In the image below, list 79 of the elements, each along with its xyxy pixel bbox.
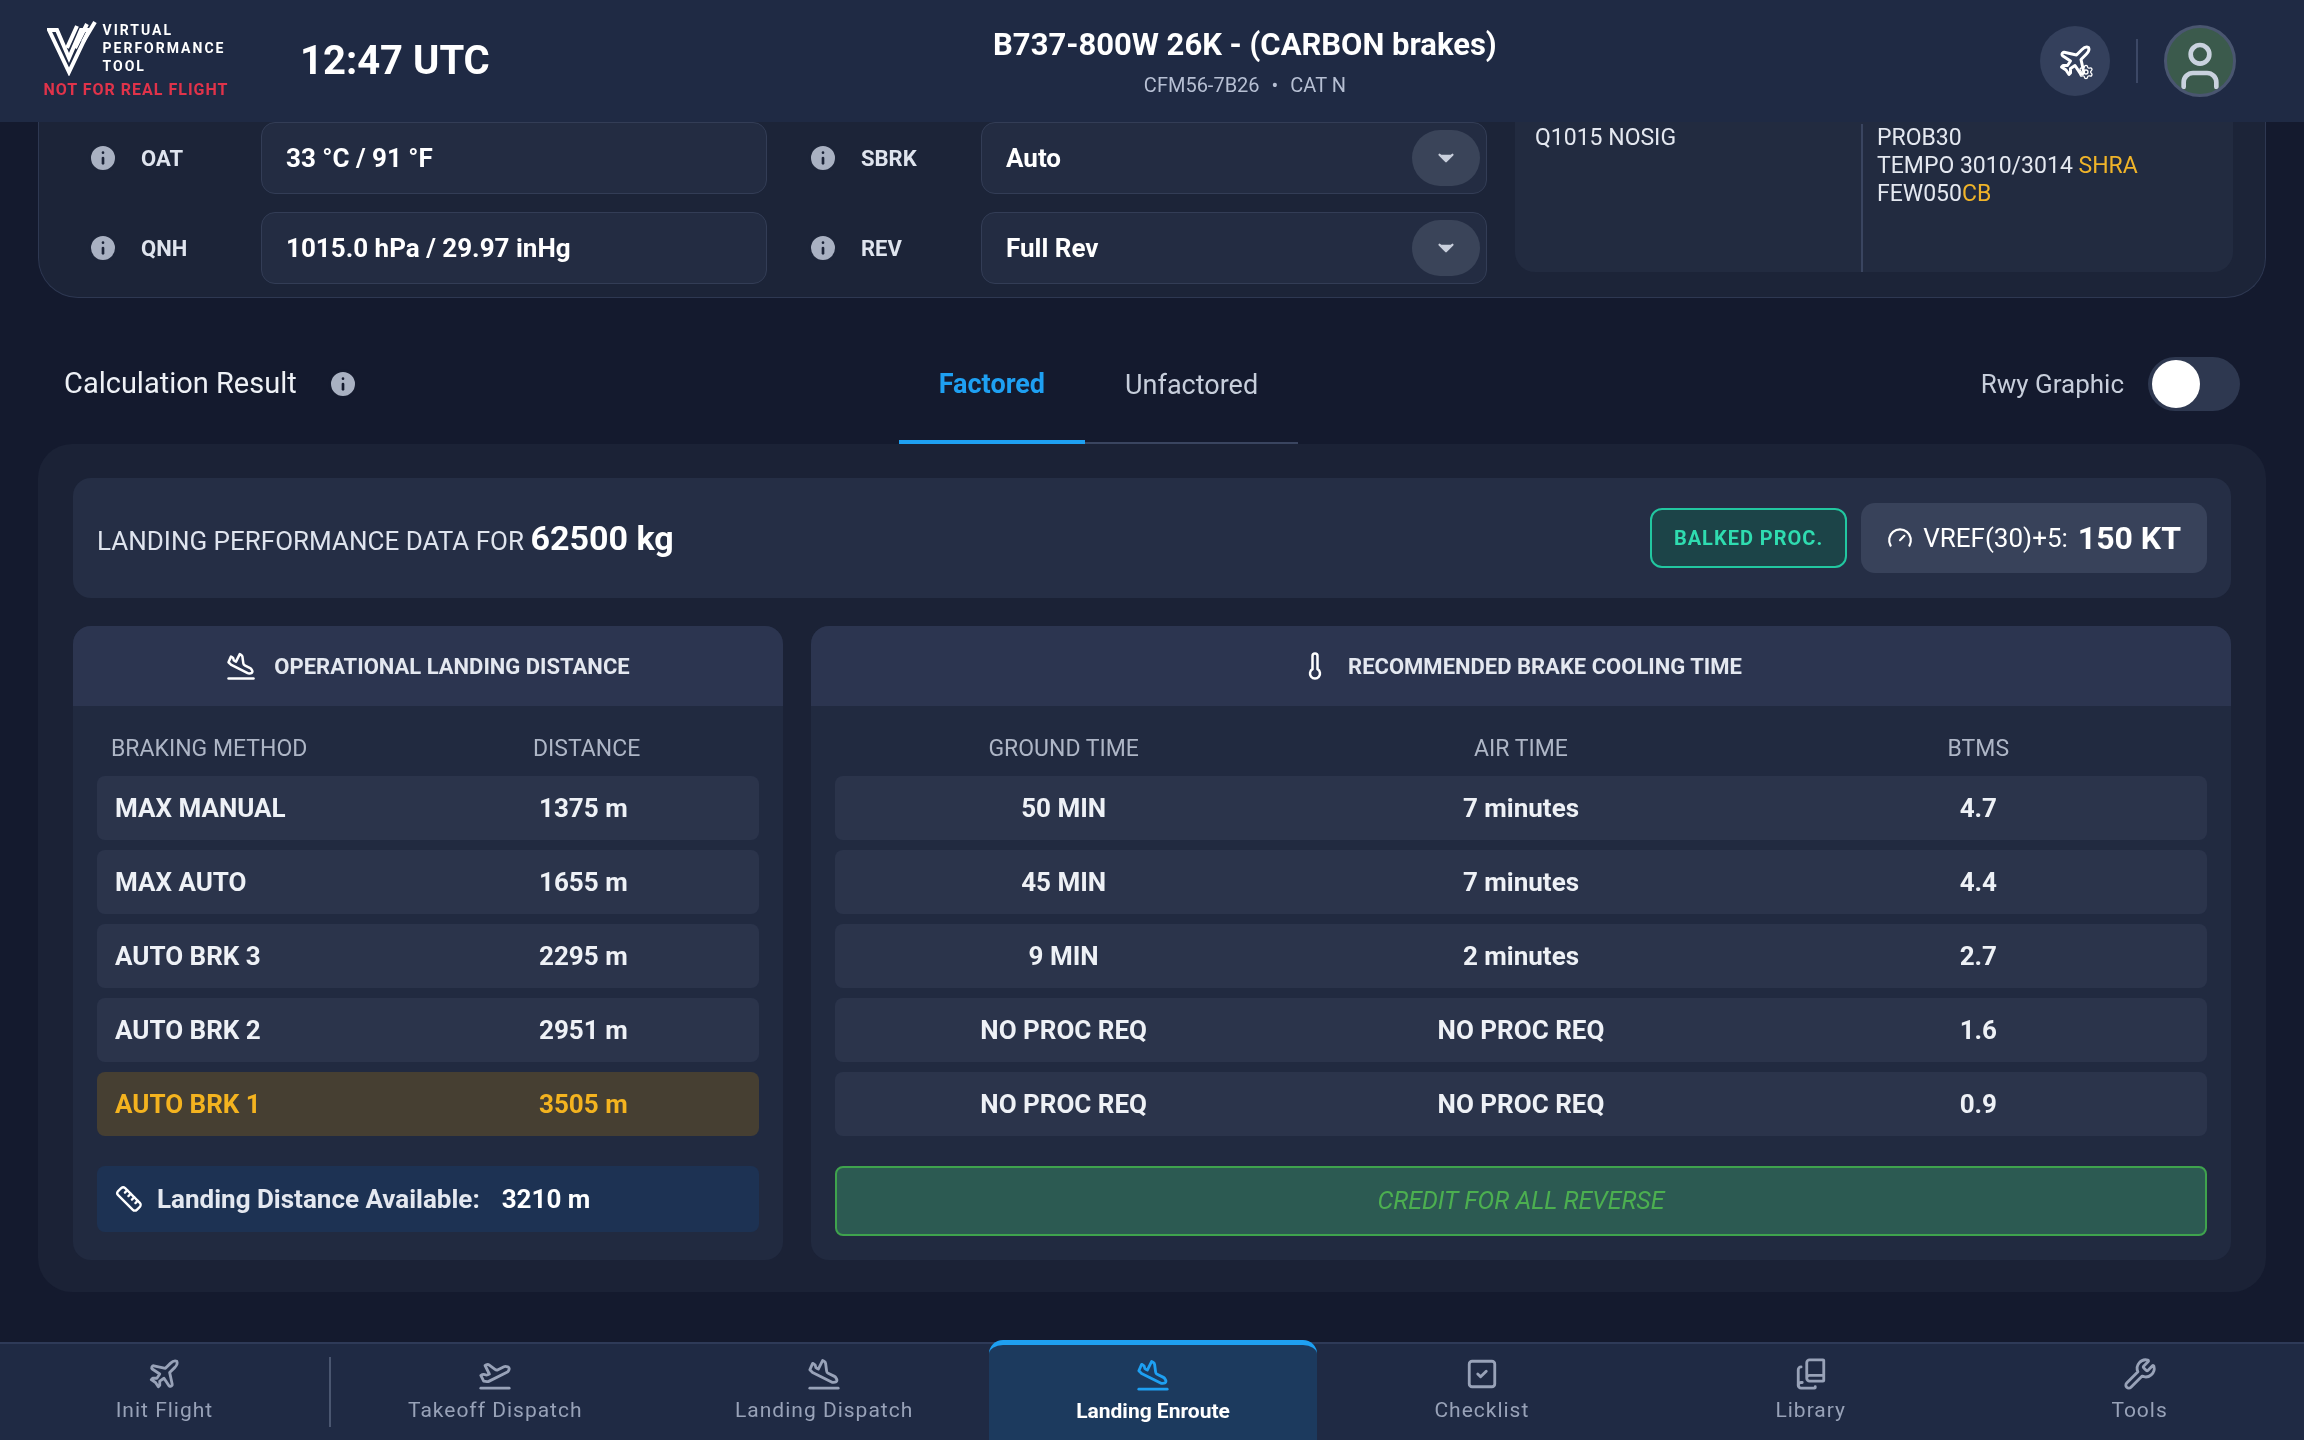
- column-header: BRAKING METHOD: [110, 733, 309, 764]
- nav-tab[interactable]: Init Flight: [0, 1344, 329, 1440]
- nav-tab[interactable]: Tools: [1975, 1344, 2304, 1440]
- table-cell-text: 50 MIN: [1020, 791, 1108, 825]
- available-label: Landing Distance Available:: [157, 1182, 480, 1216]
- column-header: BTMS: [1946, 733, 2011, 764]
- table-cell-text: 7 minutes: [1461, 791, 1581, 825]
- ruler-icon: [115, 1185, 143, 1213]
- category-text: CAT N: [1290, 72, 1346, 100]
- separator-dot: •: [1271, 72, 1279, 100]
- field-label: OAT: [141, 144, 185, 173]
- table-cell-text: 0.9: [1958, 1087, 1998, 1121]
- landing-icon: [226, 651, 257, 681]
- table-cell-text: 3505 m: [539, 1087, 628, 1121]
- utc-time: 12:47 UTC: [300, 36, 490, 86]
- wrench-icon: [2122, 1357, 2157, 1392]
- dropdown-field[interactable]: Auto: [981, 122, 1487, 194]
- weather-report-line: Q1015 NOSIG: [1535, 124, 1678, 152]
- input-field[interactable]: 33 °C / 91 °F: [261, 122, 767, 194]
- table-cell-text: 1655 m: [539, 865, 628, 899]
- nav-tab[interactable]: Library: [1646, 1344, 1976, 1440]
- warning-text: NOT FOR REAL FLIGHT: [43, 79, 229, 101]
- table-cell-text: 7 minutes: [1461, 865, 1581, 899]
- result-tab[interactable]: Unfactored: [1085, 328, 1299, 442]
- nav-tab[interactable]: Checklist: [1317, 1344, 1647, 1440]
- available-value: 3210 m: [501, 1182, 591, 1216]
- gear-icon: [2078, 64, 2094, 80]
- table-cell-text: 2 minutes: [1461, 939, 1581, 973]
- table-cell-text: 45 MIN: [1020, 865, 1108, 899]
- table-cell-text: AUTO BRK 1: [114, 1087, 262, 1121]
- logo-text: PERFORMANCE: [102, 39, 226, 57]
- table-cell-text: NO PROC REQ: [1436, 1087, 1606, 1121]
- logo-text: TOOL: [102, 57, 147, 75]
- aircraft-title: B737-800W 26K - (CARBON brakes): [993, 24, 1497, 65]
- table-cell-text: NO PROC REQ: [1436, 1013, 1606, 1047]
- panel-title: RECOMMENDED BRAKE COOLING TIME: [1348, 652, 1742, 681]
- weather-report-line: FEW050CB: [1877, 180, 1993, 208]
- table-cell-text: MAX AUTO: [114, 865, 248, 899]
- weather-report-line: TEMPO 3010/3014 SHRA: [1877, 152, 2139, 180]
- field-label: SBRK: [861, 144, 918, 173]
- table-cell-text: 9 MIN: [1027, 939, 1100, 973]
- nav-tab[interactable]: Landing Dispatch: [659, 1344, 989, 1440]
- summary-text: LANDING PERFORMANCE DATA FOR 62500 kg: [97, 516, 674, 560]
- vref-value: 150 KT: [2077, 518, 2181, 559]
- table-cell-text: 2295 m: [539, 939, 628, 973]
- field-label: QNH: [141, 234, 189, 263]
- balked-procedure-badge: BALKED PROC.: [1649, 508, 1848, 568]
- table-cell-text: 4.4: [1958, 865, 1998, 899]
- table-cell-text: AUTO BRK 3: [114, 939, 262, 973]
- section-title: Calculation Result: [64, 365, 297, 403]
- column-header: AIR TIME: [1473, 733, 1569, 764]
- plane-icon: [2057, 43, 2093, 79]
- nav-tab[interactable]: Landing Enroute: [988, 1340, 1318, 1440]
- column-header: GROUND TIME: [987, 733, 1140, 764]
- column-header: DISTANCE: [533, 733, 641, 764]
- table-cell-text: 1375 m: [539, 791, 628, 825]
- dropdown-field[interactable]: Full Rev: [981, 212, 1487, 284]
- reverse-credit-banner: CREDIT FOR ALL REVERSE: [835, 1166, 2207, 1236]
- panel-title: OPERATIONAL LANDING DISTANCE: [274, 652, 630, 681]
- engine-text: CFM56-7B26: [1143, 72, 1260, 100]
- weather-report-line: PROB30: [1877, 124, 1963, 152]
- table-cell-text: AUTO BRK 2: [114, 1013, 262, 1047]
- logo-text: VIRTUAL: [102, 21, 175, 39]
- logo-icon: [46, 20, 99, 76]
- rwy-graphic-toggle[interactable]: [2148, 357, 2240, 411]
- field-label: REV: [861, 234, 903, 263]
- nav-tab[interactable]: Takeoff Dispatch: [330, 1344, 660, 1440]
- table-cell-text: NO PROC REQ: [979, 1087, 1149, 1121]
- table-cell-text: 1.6: [1958, 1013, 1998, 1047]
- vref-label: VREF(30)+5:: [1923, 521, 2068, 555]
- table-cell-text: MAX MANUAL: [114, 791, 287, 825]
- table-cell-text: 2951 m: [539, 1013, 628, 1047]
- table-cell-text: 2.7: [1958, 939, 1998, 973]
- table-cell-text: NO PROC REQ: [979, 1013, 1149, 1047]
- table-cell-text: 4.7: [1958, 791, 1998, 825]
- landing-icon: [1136, 1357, 1170, 1392]
- toggle-label: Rwy Graphic: [1980, 367, 2124, 401]
- input-field[interactable]: 1015.0 hPa / 29.97 inHg: [261, 212, 767, 284]
- landing-icon: [807, 1357, 842, 1392]
